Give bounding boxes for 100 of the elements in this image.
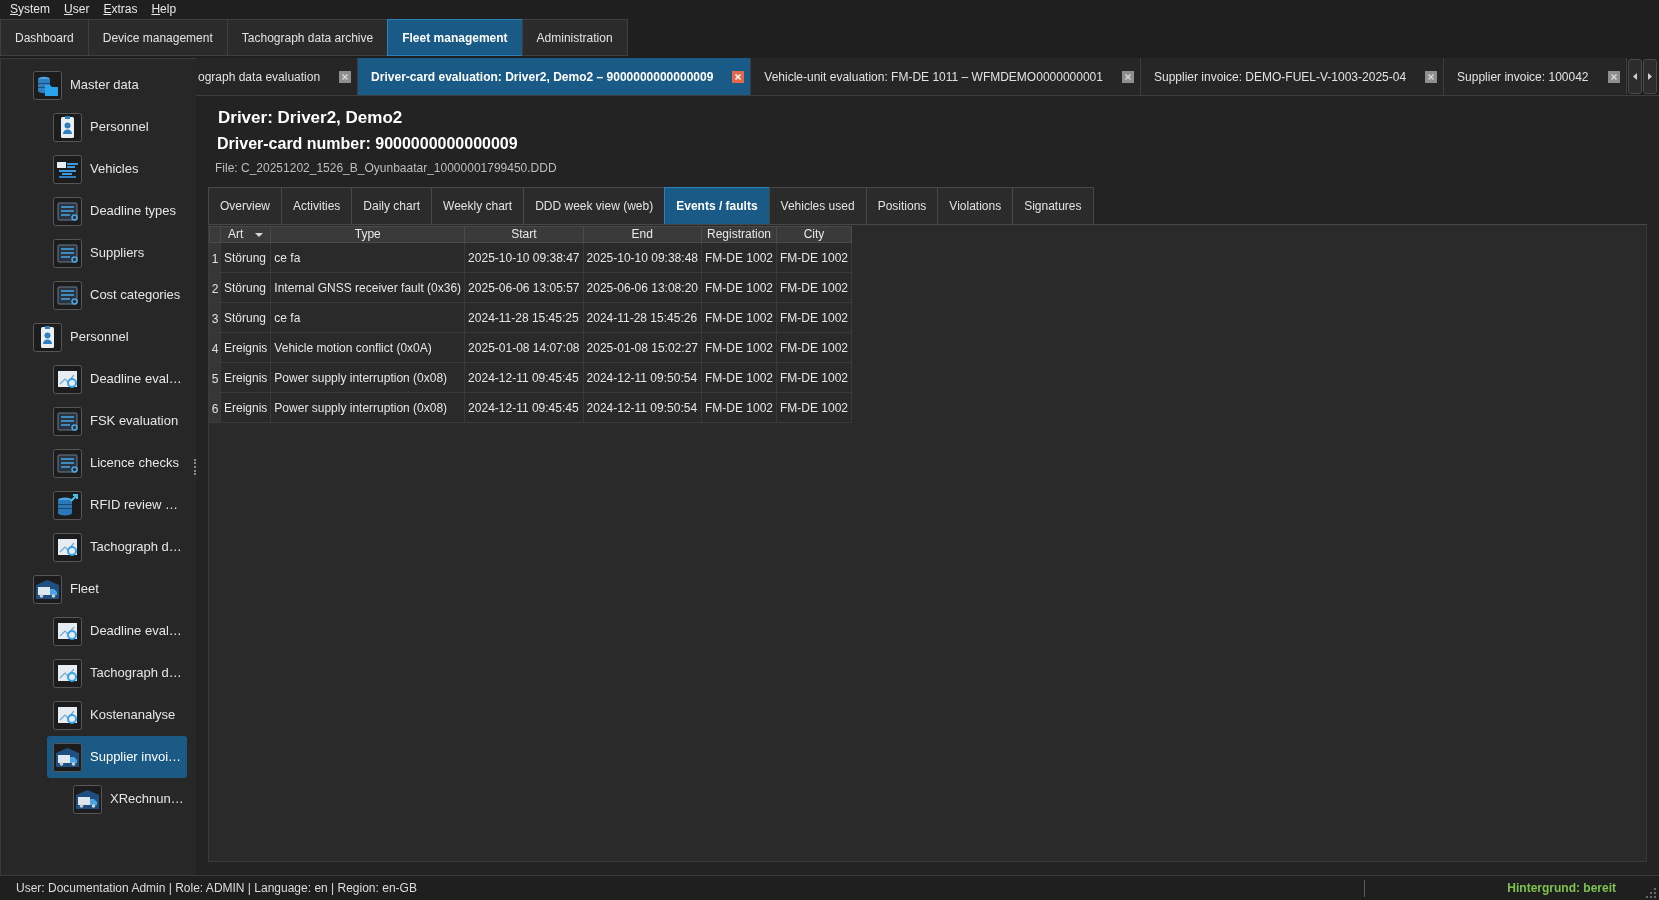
close-icon[interactable]	[339, 70, 352, 83]
table-cell: 2024-11-28 15:45:26	[583, 302, 702, 333]
table-cell: FM-DE 1002	[776, 272, 852, 303]
tab-scroll-left-button[interactable]	[1628, 59, 1642, 94]
close-icon[interactable]	[1425, 70, 1438, 83]
close-icon[interactable]	[1121, 70, 1134, 83]
left-arrow-icon	[1633, 73, 1637, 80]
row-number: 6	[209, 392, 221, 423]
tree-item[interactable]: FSK evaluation	[47, 400, 187, 442]
row-number: 4	[209, 332, 221, 363]
table-cell: Power supply interruption (0x08)	[270, 362, 465, 393]
menu-item[interactable]: Extras	[96, 0, 145, 19]
tree-item[interactable]: Deadline eval…	[47, 610, 187, 652]
tree-item[interactable]: Fleet	[27, 568, 187, 610]
table-cell: 2024-11-28 15:45:25	[464, 302, 584, 333]
view-tab[interactable]: Vehicles used	[768, 187, 867, 224]
table-cell: 2025-01-08 14:07:08	[464, 332, 584, 363]
table-cell: FM-DE 1002	[776, 332, 852, 363]
main-tab[interactable]: Dashboard	[0, 19, 89, 56]
database-folder-icon	[33, 70, 62, 100]
chart-magnifier-icon	[53, 532, 82, 562]
resize-grip-icon[interactable]	[1645, 887, 1657, 899]
table-cell: Störung	[220, 242, 271, 273]
tree-item[interactable]: Cost categories	[47, 274, 187, 316]
table-cell: 2025-06-06 13:08:20	[583, 272, 702, 303]
row-number: 2	[209, 272, 221, 303]
tree-item[interactable]: XRechnun…	[67, 778, 187, 820]
tree-item[interactable]: Licence checks	[47, 442, 187, 484]
menu-item[interactable]: User	[57, 0, 97, 19]
tree-item[interactable]: Master data	[27, 64, 187, 106]
document-tab[interactable]: Supplier invoice: DEMO-FUEL-V-1003-2025-04	[1140, 58, 1445, 95]
view-tab[interactable]: Violations	[937, 187, 1014, 224]
column-header[interactable]: Type	[270, 226, 465, 243]
column-header[interactable]: City	[776, 226, 852, 243]
row-number: 1	[209, 242, 221, 273]
data-panel-icon	[53, 154, 82, 184]
table-cell: FM-DE 1002	[701, 242, 777, 273]
main-tab[interactable]: Fleet management	[387, 19, 523, 56]
list-icon	[53, 238, 82, 268]
table-cell: FM-DE 1002	[701, 362, 777, 393]
row-number: 3	[209, 302, 221, 333]
table-cell: Vehicle motion conflict (0x0A)	[270, 332, 465, 363]
close-icon[interactable]	[732, 70, 745, 83]
tree-item[interactable]: Tachograph d…	[47, 652, 187, 694]
menu-item[interactable]: Help	[144, 0, 184, 19]
column-header[interactable]: End	[583, 226, 702, 243]
tree-item[interactable]: Kostenanalyse	[47, 694, 187, 736]
list-icon	[53, 406, 82, 436]
tab-scroll-right-button[interactable]	[1643, 59, 1657, 94]
column-header[interactable]: Registration	[701, 226, 777, 243]
row-number: 5	[209, 362, 221, 393]
list-icon	[53, 448, 82, 478]
view-tab[interactable]: Activities	[281, 187, 353, 224]
truck-icon	[53, 742, 82, 772]
view-tab[interactable]: Daily chart	[351, 187, 433, 224]
table-cell: 2024-12-11 09:45:45	[464, 392, 584, 423]
truck-icon	[73, 784, 102, 814]
document-tab[interactable]: ograph data evaluation	[196, 58, 359, 95]
table-cell: 2025-10-10 09:38:47	[464, 242, 584, 273]
main-tab[interactable]: Tachograph data archive	[226, 19, 389, 56]
table-cell: Internal GNSS receiver fault (0x36)	[270, 272, 465, 303]
main-tab[interactable]: Device management	[87, 19, 228, 56]
tree-item[interactable]: Deadline types	[47, 190, 187, 232]
tree-item[interactable]: Personnel	[47, 106, 187, 148]
id-badge-icon	[53, 112, 82, 142]
tree-item[interactable]: Supplier invoi…	[47, 736, 187, 778]
view-tab[interactable]: Overview	[208, 187, 282, 224]
column-header[interactable]: Art	[220, 226, 271, 243]
tree-item[interactable]: Tachograph d…	[47, 526, 187, 568]
document-tab[interactable]: Vehicle-unit evaluation: FM-DE 1011 – WFMDEMO0000000001	[751, 58, 1141, 95]
list-icon	[53, 280, 82, 310]
table-cell: 2024-12-11 09:50:54	[583, 362, 702, 393]
card-number-text: Driver-card number: 9000000000000009	[217, 134, 519, 154]
table-cell: Ereignis	[220, 332, 271, 363]
view-tab[interactable]: DDD week view (web)	[523, 187, 666, 224]
view-tab[interactable]: Signatures	[1012, 187, 1094, 224]
document-tab[interactable]: Supplier invoice: 100042	[1444, 58, 1627, 95]
main-tab[interactable]: Administration	[521, 19, 628, 56]
table-cell: 2025-01-08 15:02:27	[583, 332, 702, 363]
close-icon[interactable]	[1607, 70, 1620, 83]
view-tab[interactable]: Weekly chart	[431, 187, 525, 224]
table-cell: FM-DE 1002	[701, 332, 777, 363]
truck-icon	[33, 574, 62, 604]
tree-item[interactable]: Suppliers	[47, 232, 187, 274]
table-cell: FM-DE 1002	[776, 302, 852, 333]
menu-item[interactable]: System	[3, 0, 58, 19]
column-header[interactable]: Start	[464, 226, 584, 243]
background-status-text: Hintergrund: bereit	[1506, 880, 1617, 897]
tree-item[interactable]: Vehicles	[47, 148, 187, 190]
tree-item[interactable]: RFID review …	[47, 484, 187, 526]
view-tab[interactable]: Events / faults	[664, 187, 770, 224]
table-cell: ce fa	[270, 242, 465, 273]
tree-item[interactable]: Personnel	[27, 316, 187, 358]
table-cell: Ereignis	[220, 392, 271, 423]
view-tab[interactable]: Positions	[865, 187, 939, 224]
table-cell: 2025-10-10 09:38:48	[583, 242, 702, 273]
document-tab[interactable]: Driver-card evaluation: Driver2, Demo2 – 9000000000000009	[358, 58, 752, 95]
tree-item[interactable]: Deadline eval…	[47, 358, 187, 400]
file-name-text: File: C_20251202_1526_B_Oyunbaatar_10000001799450.DDD	[215, 160, 558, 176]
chart-magnifier-icon	[53, 364, 82, 394]
